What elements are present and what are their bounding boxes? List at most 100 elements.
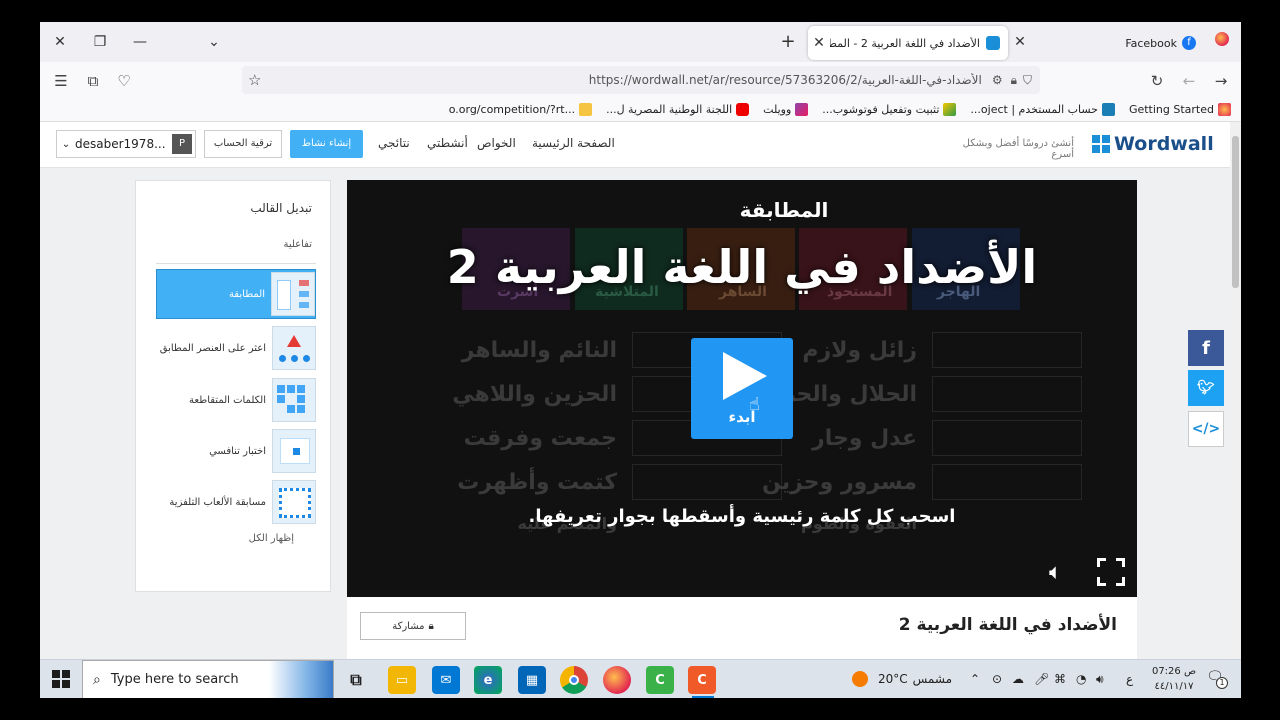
menu-icon[interactable]: ☰ (50, 70, 72, 92)
bookmark-getting-started[interactable]: Getting Started (1129, 103, 1231, 116)
file-explorer-icon[interactable]: ▭ (388, 666, 416, 694)
weather-desc[interactable]: مشمس (912, 672, 952, 686)
recorder-icon[interactable]: C (688, 666, 716, 694)
match-up-thumbnail-icon (271, 272, 315, 316)
share-button[interactable]: 🔒︎ مشاركة (360, 612, 466, 640)
input-language[interactable]: ع (1126, 672, 1133, 686)
tab-list-chevron-icon[interactable]: ⌄ (200, 30, 228, 54)
template-gameshow-quiz[interactable]: مسابقة الألعاب التلفزية (156, 477, 316, 527)
store-icon[interactable]: ▦ (518, 666, 546, 694)
wordwall-logo-icon (1092, 135, 1110, 153)
page-scrollbar[interactable] (1230, 122, 1241, 659)
onedrive-icon[interactable]: ☁ (1012, 672, 1024, 686)
edge-icon[interactable]: e (474, 666, 502, 694)
bookmark-committee[interactable]: اللجنة الوطنية المصرية ل... (606, 103, 750, 116)
close-tab-icon[interactable]: ✕ (808, 35, 830, 51)
ghost-keyword: زائل ولازم (802, 338, 917, 363)
microphone-icon[interactable]: 🎤︎ (1034, 672, 1049, 686)
nav-my-activities[interactable]: أنشطتي (427, 136, 468, 150)
upgrade-account-button[interactable]: ترقية الحساب (204, 130, 282, 158)
bookmark-account[interactable]: حساب المستخدم | oject... (970, 103, 1115, 116)
meet-now-icon[interactable]: ⊙ (992, 672, 1002, 686)
nav-home[interactable]: الصفحة الرئيسية (532, 136, 615, 150)
template-crossword[interactable]: الكلمات المتقاطعة (156, 375, 316, 425)
minimize-window-button[interactable]: — (126, 30, 154, 54)
youtube-icon (736, 103, 750, 116)
firefox-view-icon[interactable] (1208, 30, 1236, 54)
chrome-icon[interactable] (560, 666, 588, 694)
quiz-thumbnail-icon (272, 429, 316, 473)
ghost-keyword: مسرور وحزين (762, 470, 917, 495)
crossword-thumbnail-icon (272, 378, 316, 422)
restore-window-button[interactable]: ❐ (86, 30, 114, 54)
bluetooth-icon[interactable]: ⌘ (1054, 672, 1066, 686)
pocket-icon[interactable]: ♡ (113, 70, 135, 92)
bookmark-photoshop[interactable]: تثبيت وتفعيل فوتوشوب... (822, 103, 957, 116)
permissions-icon[interactable]: ⚙ (992, 73, 1003, 87)
show-hidden-icons-icon[interactable]: ⌃ (970, 672, 980, 686)
tab-title: الأضداد في اللغة العربية 2 - المط (830, 36, 980, 50)
taskbar-search-input[interactable]: ⌕ Type here to search (82, 660, 334, 698)
firefox-icon[interactable] (603, 666, 631, 694)
extensions-icon[interactable]: ⧉ (82, 70, 104, 92)
ghost-definition: الحزين واللاهي (452, 382, 617, 407)
twitter-share-icon[interactable]: 🐦︎ (1188, 370, 1224, 406)
wordwall-logo[interactable]: Wordwall (1092, 133, 1214, 155)
tab-facebook[interactable]: Facebook f (1100, 26, 1200, 60)
url-bar[interactable]: ☆ https://wordwall.net/ar/resource/57363… (242, 66, 1040, 94)
template-quiz[interactable]: اختبار تنافسي (156, 426, 316, 476)
forward-icon[interactable]: ← (1178, 70, 1200, 92)
facebook-share-icon[interactable]: f (1188, 330, 1224, 366)
notifications-icon[interactable]: 🗨︎ 1 (1206, 669, 1228, 689)
template-sidebar: تبديل القالب تفاعلية المطابقة اعثر على ا… (135, 180, 331, 592)
nav-my-results[interactable]: نتائجي (378, 136, 410, 150)
speaker-icon[interactable]: 🔊︎ (1096, 672, 1104, 687)
show-all-link[interactable]: إظهار الكل (249, 533, 294, 544)
bookmark-competition[interactable]: o.org/competition/?rt... (449, 103, 593, 116)
scrollbar-thumb[interactable] (1232, 136, 1239, 288)
ghost-definition: النائم والساهر (461, 338, 617, 363)
new-tab-button[interactable]: + (774, 30, 802, 54)
windows-start-icon[interactable] (52, 670, 70, 688)
back-icon[interactable]: → (1210, 70, 1232, 92)
site-icon (579, 103, 593, 116)
mail-icon[interactable]: ✉ (432, 666, 460, 694)
active-app-indicator (692, 696, 714, 698)
volume-icon[interactable]: 🔈︎ (1049, 560, 1062, 585)
taskbar: ⌕ Type here to search ⧉ ▭ ✉ e ▦ C C 20°C… (40, 659, 1241, 698)
activity-title: الأضداد في اللغة العربية 2 (446, 240, 1038, 294)
tracking-shield-icon[interactable]: ⛉ (1023, 73, 1032, 88)
template-find-the-match[interactable]: اعثر على العنصر المطابق (156, 323, 316, 373)
clock[interactable]: 07:26 ص ٤٤/١١/١٧ (1146, 664, 1202, 694)
template-match-up[interactable]: المطابقة (156, 269, 316, 319)
nav-features[interactable]: الخواص (477, 136, 516, 150)
url-text[interactable]: https://wordwall.net/ar/resource/5736320… (261, 73, 991, 87)
fullscreen-icon[interactable] (1097, 558, 1125, 586)
lock-icon: 🔒︎ (428, 620, 434, 632)
lock-icon[interactable]: 🔒︎ (1011, 73, 1017, 88)
reload-icon[interactable]: ↻ (1146, 70, 1168, 92)
screen: ✕ ❐ — ⌄ + الأضداد في اللغة العربية 2 - ا… (40, 22, 1241, 698)
ghost-definition: كتمت وأظهرت (457, 470, 617, 495)
tab-strip: ✕ ❐ — ⌄ + الأضداد في اللغة العربية 2 - ا… (40, 22, 1241, 62)
embed-code-icon[interactable]: </> (1188, 411, 1224, 447)
bookmark-wallet[interactable]: وويلت (763, 103, 809, 116)
drive-icon (943, 103, 957, 116)
camtasia-icon[interactable]: C (646, 666, 674, 694)
close-tab-facebook-icon[interactable]: ✕ (1006, 30, 1034, 54)
activity-info-title: الأضداد في اللغة العربية 2 (898, 615, 1117, 635)
account-dropdown[interactable]: ⌄ desaber1978... P (56, 130, 196, 158)
instruction-text: اسحب كل كلمة رئيسية وأسقطها بجوار تعريفه… (528, 506, 956, 527)
activity-player[interactable]: الهاجر المستحوذ الساهر المتلاشية أسرت ال… (347, 180, 1137, 597)
task-view-icon[interactable]: ⧉ (342, 666, 370, 694)
wifi-icon[interactable]: ◔ (1076, 672, 1086, 686)
tab-wordwall[interactable]: الأضداد في اللغة العربية 2 - المط ✕ (808, 26, 1008, 60)
find-match-thumbnail-icon (272, 326, 316, 370)
chevron-down-icon: ⌄ (61, 138, 71, 150)
close-window-button[interactable]: ✕ (46, 30, 74, 54)
weather-temp[interactable]: 20°C (878, 672, 908, 686)
create-activity-button[interactable]: إنشاء نشاط (290, 130, 363, 158)
weather-sun-icon[interactable] (852, 671, 868, 687)
start-button[interactable]: ابدء (691, 338, 793, 439)
bookmark-star-icon[interactable]: ☆ (248, 71, 261, 89)
